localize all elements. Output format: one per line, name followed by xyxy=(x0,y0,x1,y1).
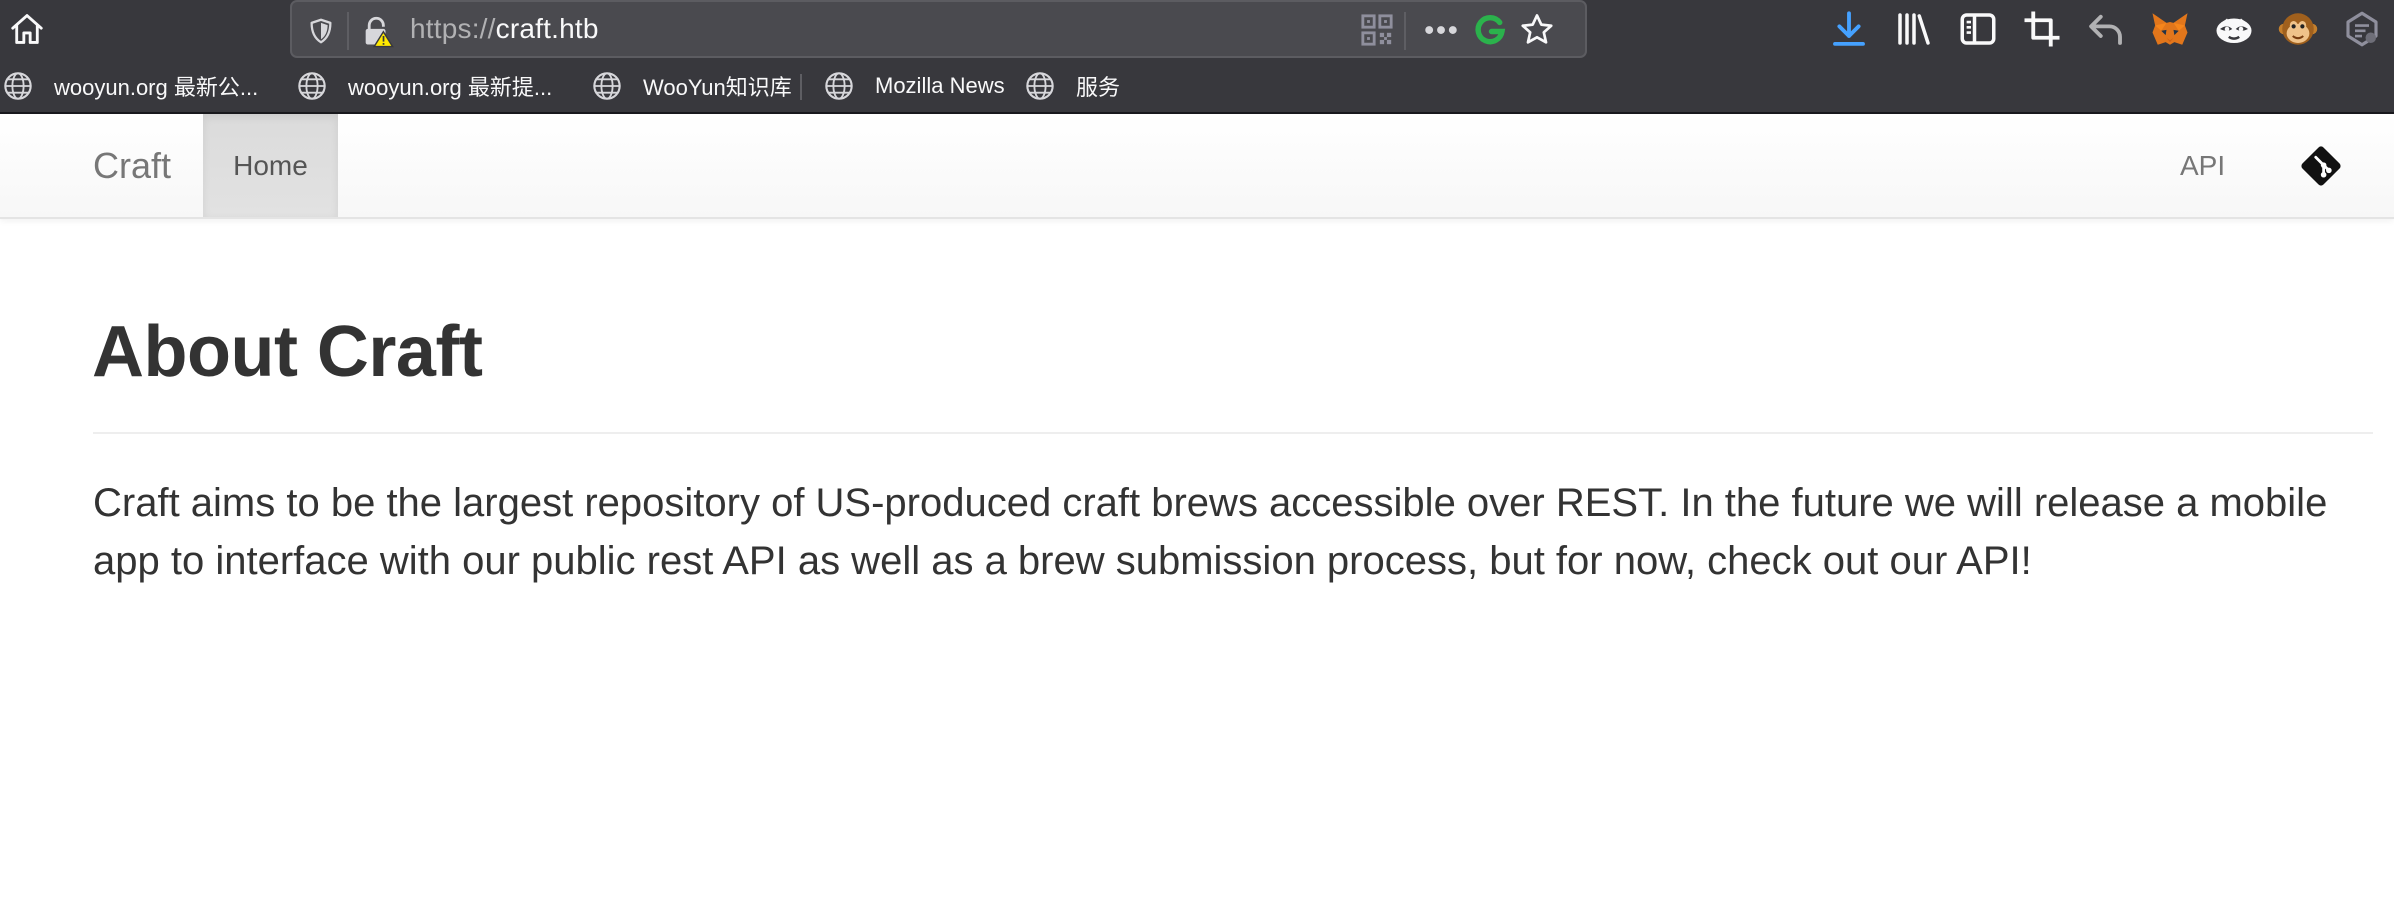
site-navbar: Craft Home API xyxy=(0,114,2394,219)
title-divider xyxy=(93,432,2373,434)
url-bar[interactable]: https://craft.htb xyxy=(290,0,1587,58)
shield-icon[interactable] xyxy=(306,16,336,46)
grammarly-icon[interactable] xyxy=(1472,12,1508,48)
back-icon[interactable] xyxy=(2085,8,2127,50)
bookmark-item[interactable]: 服务 xyxy=(1024,58,1120,114)
browser-toolbar: https://craft.htb xyxy=(0,0,2394,58)
metamask-icon[interactable] xyxy=(2149,8,2191,50)
screenshot-icon[interactable] xyxy=(2021,8,2063,50)
bookmark-label: wooyun.org 最新提... xyxy=(348,75,553,100)
page-title: About Craft xyxy=(92,312,483,392)
globe-icon xyxy=(825,72,853,100)
bookmark-item[interactable]: wooyun.org 最新提... xyxy=(296,58,552,114)
bookmarks-bar: wooyun.org 最新公... wooyun.org 最新提... WooY… xyxy=(0,58,2394,114)
globe-icon xyxy=(298,72,326,100)
nav-item-api[interactable]: API xyxy=(2180,114,2225,217)
library-icon[interactable] xyxy=(1893,8,1935,50)
navbar-brand[interactable]: Craft xyxy=(93,114,171,217)
extension-icon[interactable] xyxy=(2341,8,2383,50)
url-separator xyxy=(347,12,349,50)
extension-fox-icon[interactable] xyxy=(2213,8,2255,50)
bookmark-label: WooYun知识库 xyxy=(643,75,792,100)
bookmark-item[interactable]: wooyun.org 最新公... xyxy=(2,58,258,114)
intro-paragraph: Craft aims to be the largest repository … xyxy=(93,481,2328,583)
globe-icon xyxy=(1026,72,1054,100)
bookmark-label: 服务 xyxy=(1076,75,1121,100)
url-scheme: https:// xyxy=(410,13,496,44)
url-host: craft.htb xyxy=(495,13,599,44)
url-separator xyxy=(1404,12,1406,50)
qr-code-icon[interactable] xyxy=(1360,13,1394,47)
home-icon[interactable] xyxy=(8,10,46,48)
bookmark-label: wooyun.org 最新公... xyxy=(54,75,259,100)
sidebar-icon[interactable] xyxy=(1957,8,1999,50)
ellipsis-icon[interactable] xyxy=(1420,14,1462,46)
tampermonkey-icon[interactable] xyxy=(2277,8,2319,50)
download-icon[interactable] xyxy=(1828,8,1870,50)
nav-item-home[interactable]: Home xyxy=(203,114,338,217)
bookmark-item[interactable]: WooYun知识库 xyxy=(591,58,792,114)
bookmark-label: Mozilla News xyxy=(875,73,1005,98)
bookmark-item[interactable]: Mozilla News xyxy=(823,58,1005,114)
url-text[interactable]: https://craft.htb xyxy=(410,2,599,56)
bookmark-separator xyxy=(800,74,802,100)
git-icon[interactable] xyxy=(2300,145,2342,187)
globe-icon xyxy=(593,72,621,100)
star-icon[interactable] xyxy=(1518,11,1556,49)
globe-icon xyxy=(4,72,32,100)
insecure-lock-icon[interactable] xyxy=(360,14,394,48)
